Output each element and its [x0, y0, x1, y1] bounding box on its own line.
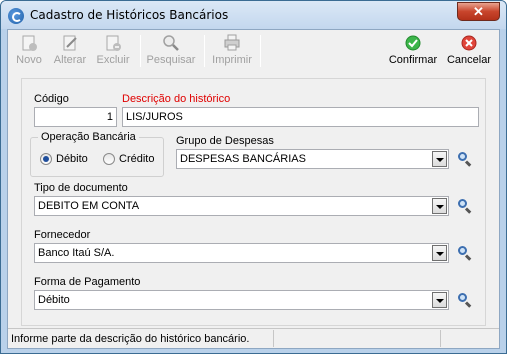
grupo-value: DESPESAS BANCÁRIAS [180, 153, 306, 165]
operacao-label: Operação Bancária [38, 131, 139, 143]
search-icon[interactable] [457, 245, 473, 261]
forma-label: Forma de Pagamento [34, 276, 141, 288]
status-divider [273, 330, 274, 347]
alterar-button[interactable]: Alterar [50, 34, 90, 70]
printer-icon [223, 34, 241, 52]
search-icon [162, 34, 180, 52]
cancelar-label: Cancelar [446, 54, 492, 66]
new-document-icon [20, 34, 38, 52]
descricao-label: Descrição do histórico [122, 93, 231, 105]
pesquisar-label: Pesquisar [146, 54, 196, 66]
imprimir-button[interactable]: Imprimir [210, 34, 254, 70]
confirmar-label: Confirmar [388, 54, 438, 66]
descricao-field[interactable]: LIS/JUROS [122, 107, 479, 127]
pesquisar-button[interactable]: Pesquisar [146, 34, 196, 70]
delete-icon [104, 34, 122, 52]
tipo-combo[interactable]: DEBITO EM CONTA [34, 196, 449, 216]
cancel-icon [460, 34, 478, 52]
debito-radio[interactable] [40, 153, 52, 165]
title-bar[interactable]: Cadastro de Históricos Bancários ✕ [1, 1, 506, 29]
forma-combo[interactable]: Débito [34, 290, 449, 310]
fornecedor-combo[interactable]: Banco Itaú S/A. [34, 243, 449, 263]
toolbar-separator [140, 35, 141, 67]
credito-radio[interactable] [103, 153, 115, 165]
debito-label[interactable]: Débito [56, 153, 88, 165]
excluir-label: Excluir [96, 54, 130, 66]
client-area: Novo Alterar Excluir Pesquisar Imprimir … [7, 29, 500, 349]
check-icon [404, 34, 422, 52]
grupo-combo[interactable]: DESPESAS BANCÁRIAS [176, 149, 449, 169]
toolbar-separator [260, 35, 261, 67]
novo-button[interactable]: Novo [14, 34, 44, 70]
imprimir-label: Imprimir [212, 54, 252, 66]
search-icon[interactable] [457, 292, 473, 308]
credito-label[interactable]: Crédito [119, 153, 154, 165]
chevron-down-icon[interactable] [432, 245, 447, 261]
close-button[interactable]: ✕ [457, 2, 500, 21]
status-text: Informe parte da descrição do histórico … [11, 333, 250, 345]
chevron-down-icon[interactable] [432, 292, 447, 308]
status-bar: Informe parte da descrição do histórico … [8, 328, 499, 348]
tipo-value: DEBITO EM CONTA [38, 200, 140, 212]
edit-icon [61, 34, 79, 52]
cancelar-button[interactable]: Cancelar [446, 34, 492, 70]
search-icon[interactable] [457, 151, 473, 167]
status-divider [440, 330, 441, 347]
novo-label: Novo [16, 54, 42, 66]
codigo-field[interactable]: 1 [34, 107, 117, 127]
codigo-label: Código [34, 93, 69, 105]
app-icon [8, 8, 24, 24]
toolbar-separator [204, 35, 205, 67]
toolbar: Novo Alterar Excluir Pesquisar Imprimir … [8, 30, 499, 72]
excluir-button[interactable]: Excluir [94, 34, 132, 70]
tipo-label: Tipo de documento [34, 182, 128, 194]
forma-value: Débito [38, 294, 70, 306]
alterar-label: Alterar [53, 54, 87, 66]
grupo-label: Grupo de Despesas [176, 135, 274, 147]
fornecedor-value: Banco Itaú S/A. [38, 247, 115, 259]
main-window: Cadastro de Históricos Bancários ✕ Novo … [0, 0, 507, 354]
fornecedor-label: Fornecedor [34, 229, 91, 241]
window-title: Cadastro de Históricos Bancários [30, 8, 229, 22]
confirmar-button[interactable]: Confirmar [388, 34, 438, 70]
chevron-down-icon[interactable] [432, 198, 447, 214]
search-icon[interactable] [457, 198, 473, 214]
chevron-down-icon[interactable] [432, 151, 447, 167]
